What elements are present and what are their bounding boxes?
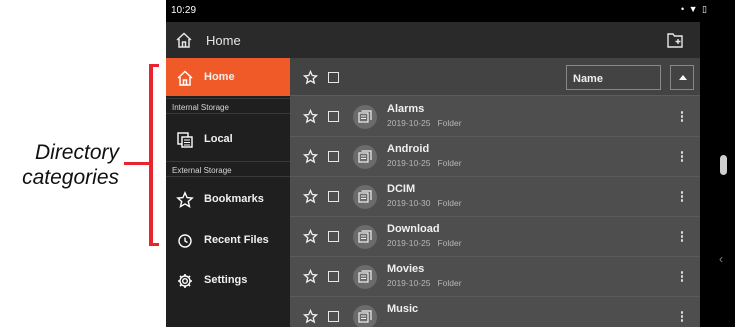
triangle-up-icon — [679, 75, 687, 80]
more-options-icon[interactable] — [680, 111, 684, 123]
select-all-checkbox[interactable] — [328, 72, 339, 83]
app-bar: Home — [166, 22, 700, 58]
star-icon[interactable] — [302, 148, 319, 164]
table-row[interactable]: Android 2019-10-25 Folder — [290, 137, 700, 177]
file-name: DCIM — [387, 183, 416, 195]
row-checkbox[interactable] — [328, 151, 339, 162]
table-row[interactable]: Alarms 2019-10-25 Folder — [290, 97, 700, 137]
row-checkbox[interactable] — [328, 311, 339, 322]
device-screen: 10:29 • ▼ ▯ Home Home Internal Storage L… — [166, 0, 735, 327]
star-icon[interactable] — [302, 188, 319, 204]
new-folder-icon[interactable] — [666, 31, 684, 54]
scroll-handle[interactable] — [720, 155, 727, 175]
file-meta: 2019-10-25 Folder — [387, 278, 462, 288]
sidebar-item-bookmarks[interactable]: Bookmarks — [166, 180, 290, 218]
sidebar: Home Internal Storage Local External Sto… — [166, 58, 290, 327]
gear-icon — [176, 272, 194, 290]
sidebar-item-label: Settings — [204, 274, 248, 286]
sidebar-item-recent-files[interactable]: Recent Files — [166, 221, 290, 259]
folder-icon — [353, 225, 377, 249]
file-type: Folder — [437, 238, 462, 248]
file-name: Download — [387, 223, 440, 235]
row-checkbox[interactable] — [328, 191, 339, 202]
annotation-bracket-bottom — [149, 243, 159, 246]
list-header: Name — [290, 58, 700, 96]
sidebar-item-label: Home — [204, 71, 235, 83]
section-external-storage: External Storage — [166, 161, 290, 177]
status-time: 10:29 — [171, 5, 197, 16]
table-row[interactable]: Download 2019-10-25 Folder — [290, 217, 700, 257]
chevron-left-icon[interactable]: ‹ — [719, 252, 723, 266]
star-icon — [176, 191, 194, 209]
file-type: Folder — [437, 118, 462, 128]
file-meta: 2019-10-30 Folder — [387, 198, 462, 208]
table-row[interactable]: Movies 2019-10-25 Folder — [290, 257, 700, 297]
table-row[interactable]: Music — [290, 297, 700, 327]
file-name: Android — [387, 143, 430, 155]
sidebar-item-local[interactable]: Local — [166, 120, 290, 158]
folder-icon — [353, 265, 377, 289]
folder-icon — [353, 105, 377, 129]
file-date: 2019-10-25 — [387, 118, 431, 128]
home-icon[interactable] — [175, 31, 193, 54]
file-meta: 2019-10-25 Folder — [387, 158, 462, 168]
status-icons: • ▼ ▯ — [680, 4, 708, 14]
more-options-icon[interactable] — [680, 311, 684, 323]
file-name: Movies — [387, 263, 425, 275]
file-type: Folder — [437, 278, 462, 288]
status-bar: 10:29 • ▼ ▯ — [166, 0, 735, 22]
star-icon[interactable] — [302, 108, 319, 124]
folder-icon — [353, 145, 377, 169]
page-title: Home — [206, 33, 241, 48]
file-type: Folder — [437, 158, 462, 168]
file-date: 2019-10-25 — [387, 278, 431, 288]
annotation-bracket — [149, 64, 153, 246]
file-meta: 2019-10-25 Folder — [387, 238, 462, 248]
table-row[interactable]: DCIM 2019-10-30 Folder — [290, 177, 700, 217]
more-options-icon[interactable] — [680, 191, 684, 203]
file-date: 2019-10-30 — [387, 198, 431, 208]
annotation-label: Directory categories — [0, 140, 119, 190]
sidebar-item-settings[interactable]: Settings — [166, 261, 290, 299]
file-date: 2019-10-25 — [387, 158, 431, 168]
annotation-pointer — [124, 162, 151, 165]
sidebar-item-label: Local — [204, 133, 233, 145]
sidebar-item-label: Bookmarks — [204, 193, 264, 205]
star-icon[interactable] — [302, 228, 319, 244]
more-options-icon[interactable] — [680, 151, 684, 163]
file-meta: 2019-10-25 Folder — [387, 118, 462, 128]
star-icon[interactable] — [302, 268, 319, 284]
row-checkbox[interactable] — [328, 231, 339, 242]
select-all-star-icon[interactable] — [302, 69, 319, 85]
star-icon[interactable] — [302, 308, 319, 324]
storage-icon — [176, 131, 194, 149]
file-date: 2019-10-25 — [387, 238, 431, 248]
clock-icon — [176, 232, 194, 250]
section-internal-storage: Internal Storage — [166, 98, 290, 114]
more-options-icon[interactable] — [680, 231, 684, 243]
annotation-bracket-top — [149, 64, 159, 67]
row-checkbox[interactable] — [328, 111, 339, 122]
more-options-icon[interactable] — [680, 271, 684, 283]
file-type: Folder — [437, 198, 462, 208]
sort-order-button[interactable] — [670, 65, 694, 90]
folder-icon — [353, 185, 377, 209]
sidebar-item-home[interactable]: Home — [166, 58, 290, 96]
right-edge: ‹ — [700, 22, 735, 327]
file-name: Music — [387, 303, 419, 315]
annotation-line-2: categories — [22, 166, 119, 189]
annotation-line-1: Directory — [34, 141, 119, 164]
home-icon — [176, 69, 194, 87]
file-meta — [387, 318, 394, 327]
file-list: Name Alarms 2019-10-25 Folder Android 2019-1… — [290, 58, 700, 327]
sidebar-item-label: Recent Files — [204, 234, 269, 246]
sort-field-dropdown[interactable]: Name — [566, 65, 661, 90]
folder-icon — [353, 305, 377, 327]
file-name: Alarms — [387, 103, 425, 115]
row-checkbox[interactable] — [328, 271, 339, 282]
